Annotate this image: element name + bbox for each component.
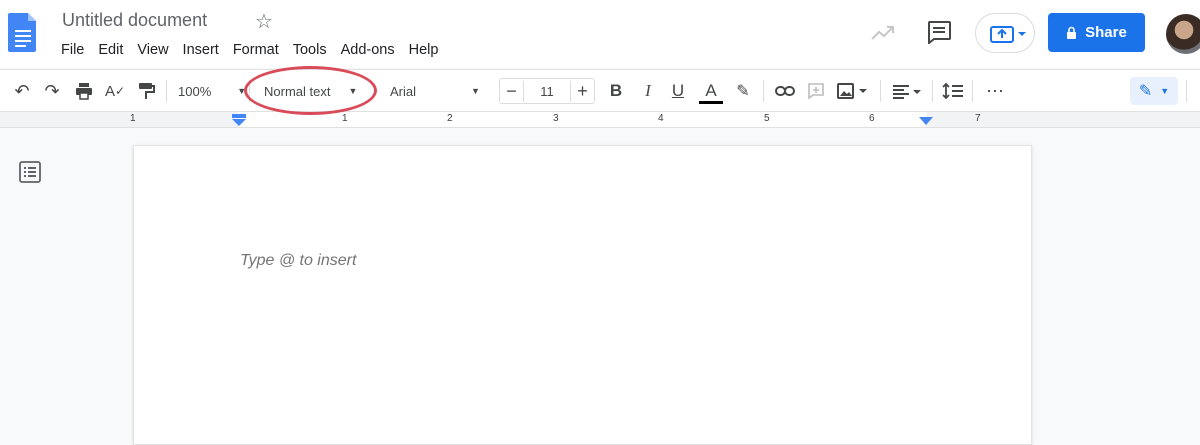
present-upload-icon <box>990 26 1026 43</box>
zoom-select[interactable]: 100% ▼ <box>178 80 246 102</box>
menu-insert[interactable]: Insert <box>183 42 219 58</box>
paint-format-icon[interactable] <box>136 80 156 102</box>
present-button[interactable] <box>975 13 1035 53</box>
document-outline-icon[interactable] <box>19 161 41 183</box>
share-label: Share <box>1085 24 1127 41</box>
decrease-font-size-button[interactable]: − <box>500 80 524 102</box>
separator <box>880 80 881 102</box>
increase-font-size-button[interactable]: + <box>570 80 594 102</box>
ruler-number: 5 <box>764 113 770 124</box>
add-comment-icon[interactable] <box>806 80 826 102</box>
align-left-icon[interactable] <box>890 80 924 102</box>
insert-placeholder: Type @ to insert <box>240 252 357 269</box>
menu-bar: File Edit View Insert Format Tools Add-o… <box>61 42 452 58</box>
document-title[interactable]: Untitled document <box>62 10 207 31</box>
font-select[interactable]: Arial ▼ <box>390 80 490 102</box>
redo-icon[interactable]: ↷ <box>42 80 62 102</box>
insert-image-icon[interactable] <box>836 80 870 102</box>
ruler-number: 7 <box>975 113 981 124</box>
avatar[interactable] <box>1166 14 1200 54</box>
separator <box>1186 80 1187 102</box>
menu-edit[interactable]: Edit <box>98 42 123 58</box>
print-icon[interactable] <box>74 80 94 102</box>
right-indent-marker-icon[interactable] <box>919 117 933 126</box>
menu-addons[interactable]: Add-ons <box>341 42 395 58</box>
toolbar: ↶ ↷ A ✓ 100% ▼ Normal text ▼ Arial ▼ − 11… <box>0 69 1200 112</box>
bold-icon[interactable]: B <box>606 80 626 102</box>
ruler[interactable]: 1 1 2 3 4 5 6 7 <box>0 112 1200 128</box>
highlight-pen-icon[interactable]: ✎ <box>733 80 753 102</box>
top-bar: Untitled document ☆ File Edit View Inser… <box>0 0 1200 68</box>
activity-trend-icon[interactable] <box>870 22 896 42</box>
docs-logo-icon[interactable] <box>8 12 38 52</box>
menu-view[interactable]: View <box>137 42 168 58</box>
editing-mode-button[interactable]: ✎ ▼ <box>1130 77 1178 105</box>
ruler-number: 4 <box>658 113 664 124</box>
separator <box>972 80 973 102</box>
link-icon[interactable] <box>774 80 796 102</box>
pencil-icon: ✎ <box>1138 83 1153 100</box>
lock-icon <box>1067 26 1077 39</box>
chevron-down-icon: ▼ <box>1160 86 1170 96</box>
separator <box>166 80 167 102</box>
italic-icon[interactable]: I <box>638 80 658 102</box>
undo-icon[interactable]: ↶ <box>12 80 32 102</box>
chevron-down-icon: ▼ <box>471 86 480 96</box>
document-page[interactable]: Type @ to insert <box>133 145 1032 445</box>
font-value: Arial <box>390 83 417 99</box>
separator <box>932 80 933 102</box>
ruler-number: 3 <box>553 113 559 124</box>
ruler-number: 1 <box>130 113 136 124</box>
menu-file[interactable]: File <box>61 42 84 58</box>
ruler-number: 6 <box>869 113 875 124</box>
line-spacing-icon[interactable] <box>942 80 964 102</box>
text-color-icon[interactable]: A <box>699 80 723 104</box>
spellcheck-icon[interactable]: A ✓ <box>104 80 126 102</box>
more-options-icon[interactable]: ⋯ <box>984 80 1006 102</box>
menu-tools[interactable]: Tools <box>293 42 327 58</box>
ruler-number: 2 <box>447 113 453 124</box>
separator <box>763 80 764 102</box>
share-button[interactable]: Share <box>1048 13 1145 52</box>
comment-icon[interactable] <box>926 20 952 44</box>
indent-marker-icon[interactable] <box>232 114 246 126</box>
menu-format[interactable]: Format <box>233 42 279 58</box>
underline-icon[interactable]: U <box>668 80 688 102</box>
zoom-value: 100% <box>178 83 212 99</box>
annotation-highlight-circle <box>244 66 377 115</box>
ruler-number: 1 <box>342 113 348 124</box>
menu-help[interactable]: Help <box>409 42 439 58</box>
star-icon[interactable]: ☆ <box>255 9 273 34</box>
font-size-value[interactable]: 11 <box>524 84 570 99</box>
font-size-stepper: − 11 + <box>499 78 595 104</box>
